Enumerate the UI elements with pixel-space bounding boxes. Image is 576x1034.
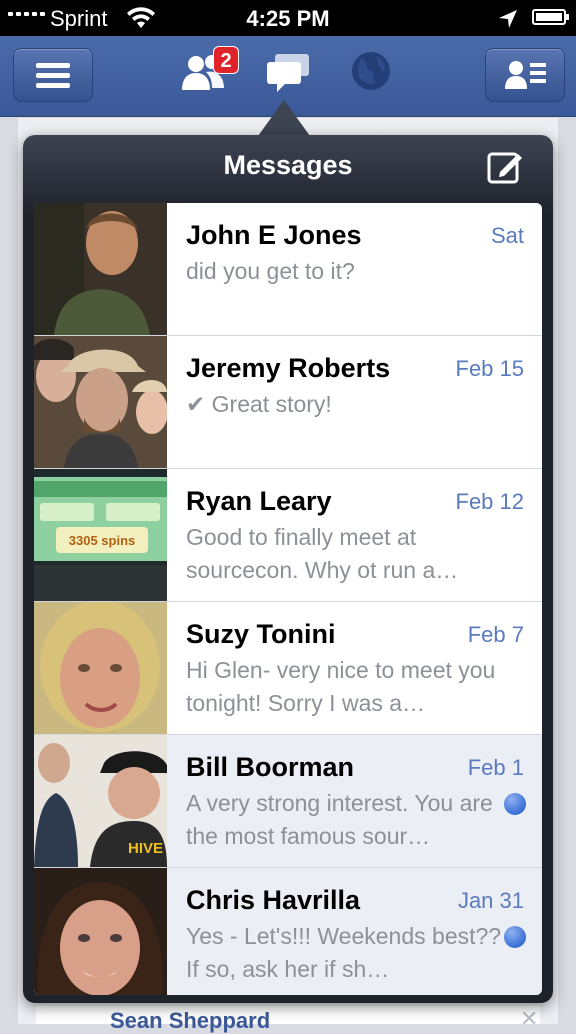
message-date: Feb 12: [455, 489, 525, 514]
avatar: [34, 602, 167, 734]
sender-name: John E Jones: [186, 220, 362, 250]
svg-text:3305 spins: 3305 spins: [69, 533, 136, 548]
message-row[interactable]: HIVE Bill Boorman Feb 1 A very strong in…: [34, 735, 542, 868]
sender-name: Suzy Tonini: [186, 619, 336, 649]
avatar: [34, 868, 167, 995]
close-icon[interactable]: ✕: [520, 1006, 538, 1032]
contacts-icon: [505, 61, 546, 89]
message-snippet: A very strong interest. You are the most…: [186, 790, 493, 849]
message-row[interactable]: 3305 spins Ryan Leary Feb 12 Good to fin…: [34, 469, 542, 602]
message-date: Jan 31: [457, 888, 524, 913]
unread-indicator-icon: [504, 793, 526, 815]
message-row[interactable]: John E Jones Sat did you get to it?: [34, 203, 542, 336]
compose-icon[interactable]: [486, 148, 524, 186]
svg-text:HIVE: HIVE: [128, 840, 163, 857]
sender-name: Jeremy Roberts: [186, 353, 391, 383]
message-snippet: Hi Glen- very nice to meet you tonight! …: [186, 657, 496, 716]
popover-arrow: [258, 100, 310, 136]
feed-row-name: Sean Sheppard: [110, 1008, 271, 1033]
hamburger-icon: [36, 63, 70, 68]
notification-badge: 2: [213, 46, 239, 74]
message-date: Feb 7: [467, 622, 524, 647]
sender-name: Bill Boorman: [186, 752, 355, 782]
menu-button[interactable]: [13, 48, 93, 102]
unread-indicator-icon: [504, 926, 526, 948]
status-time: 4:25 PM: [246, 6, 330, 31]
status-bar: Sprint 4:25 PM: [0, 0, 576, 36]
message-date: Sat: [490, 223, 524, 248]
sender-name: Ryan Leary: [186, 486, 332, 516]
avatar: HIVE: [34, 735, 167, 867]
message-row[interactable]: Suzy Tonini Feb 7 Hi Glen- very nice to …: [34, 602, 542, 735]
sender-name: Chris Havrilla: [186, 885, 361, 915]
message-snippet: ✔ Great story!: [186, 391, 332, 417]
message-row[interactable]: Chris Havrilla Jan 31 Yes - Let's!!! Wee…: [34, 868, 542, 995]
message-snippet: Yes - Let's!!! Weekends best?? If so, as…: [186, 923, 502, 982]
contacts-button[interactable]: [485, 48, 565, 102]
messages-icon[interactable]: [265, 50, 311, 94]
message-date: Feb 15: [455, 356, 525, 381]
avatar: [34, 203, 167, 335]
message-snippet: Good to finally meet at sourcecon. Why o…: [186, 524, 459, 583]
avatar: [34, 336, 167, 468]
battery-icon: [532, 9, 569, 25]
notifications-globe-icon[interactable]: [350, 50, 392, 92]
message-snippet: did you get to it?: [186, 258, 355, 284]
location-arrow-icon: [499, 10, 517, 28]
avatar: 3305 spins: [34, 469, 167, 601]
message-date: Feb 1: [467, 755, 524, 780]
replied-check-icon: ✔: [186, 391, 212, 417]
message-list: John E Jones Sat did you get to it? Jere…: [34, 203, 542, 995]
message-row[interactable]: Jeremy Roberts Feb 15 ✔ Great story!: [34, 336, 542, 469]
